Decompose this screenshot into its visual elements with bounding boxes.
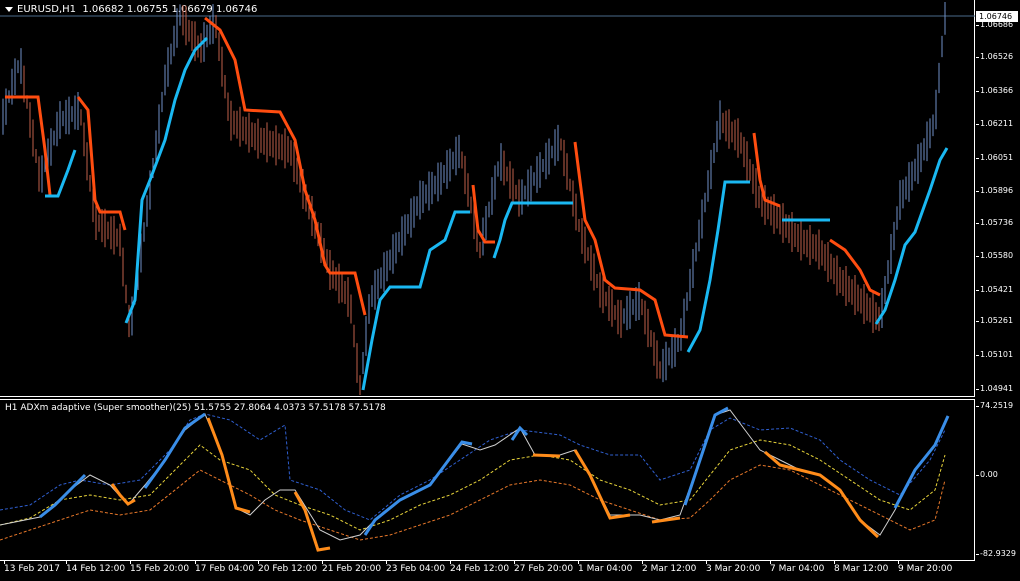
time-tick-label: 1 Mar 04:00 [578,560,633,574]
indicator-tick-label: -82.9329 [976,549,1016,558]
time-tick-label: 7 Mar 04:00 [770,560,825,574]
adx-rising-segment [893,415,950,509]
trend-down-segment [752,132,781,208]
trend-up-segment [686,180,750,353]
time-tick-label: 2 Mar 12:00 [642,560,697,574]
adx-line [0,409,949,541]
price-tick-label: 1.06051 [975,153,1014,162]
adx-rising-segment [39,473,87,519]
trend-up-segment [361,210,470,391]
adx-falling-segment [573,449,631,520]
time-tick-label: 21 Feb 20:00 [322,560,382,574]
price-tick-label: 1.06526 [975,52,1014,61]
time-tick-label: 24 Feb 12:00 [450,560,510,574]
time-tick-label: 17 Feb 04:00 [195,560,255,574]
price-plot [0,2,975,395]
time-tick-label: 14 Feb 12:00 [66,560,126,574]
current-price-label: 1.06746 [976,11,1018,22]
time-tick-label: 27 Feb 20:00 [514,560,574,574]
adx-rising-segment [143,412,206,489]
trend-up-segment [492,201,573,259]
price-tick-label: 1.05736 [975,218,1014,227]
adx-falling-segment [206,417,251,514]
price-tick-label: 1.05580 [975,251,1014,260]
adx-rising-segment [363,440,473,536]
trend-down-segment [573,141,689,339]
indicator-window[interactable]: H1 ADXm adaptive (Super smoother)(25) 51… [0,399,975,561]
adx-falling-segment [532,453,561,458]
time-tick-label: 20 Feb 12:00 [258,560,318,574]
time-tick-label: 13 Feb 2017 [4,560,61,574]
indicator-scale[interactable]: 74.2519 0.00 -82.9329 [975,399,1020,561]
time-axis: 13 Feb 2017 14 Feb 12:00 15 Feb 20:00 17 Fe… [0,560,975,581]
time-tick-label: 15 Feb 20:00 [130,560,190,574]
time-tick-label: 8 Mar 12:00 [834,560,889,574]
indicator-plot [0,406,950,552]
dashed-blue-line [0,413,946,521]
price-tick-label: 1.05421 [975,285,1014,294]
indicator-tick-label: 74.2519 [975,401,1014,410]
price-tick-label: 1.05896 [975,186,1014,195]
adx-falling-segment [293,491,331,552]
dashed-orange-line [0,464,946,541]
adx-rising-segment [510,425,529,441]
price-chart[interactable]: EURUSD,H1 1.06682 1.06755 1.06679 1.0674… [0,0,975,397]
price-scale[interactable]: 1.06686 1.06526 1.06366 1.06211 1.06051 1.058… [975,0,1020,397]
price-tick-label: 1.06366 [975,86,1014,95]
time-tick-label: 9 Mar 20:00 [898,560,953,574]
price-tick-label: 1.05261 [975,316,1014,325]
trend-down-segment [5,95,52,196]
dashed-yellow-line [0,439,946,531]
time-tick-label: 3 Mar 20:00 [706,560,761,574]
time-tick-label: 23 Feb 04:00 [386,560,446,574]
price-tick-label: 1.06211 [975,119,1014,128]
indicator-tick-label: 0.00 [976,470,998,479]
adx-falling-segment [110,483,136,506]
price-tick-label: 1.05101 [975,350,1014,359]
adx-falling-segment [764,450,880,539]
price-tick-label: 1.04941 [975,384,1014,393]
